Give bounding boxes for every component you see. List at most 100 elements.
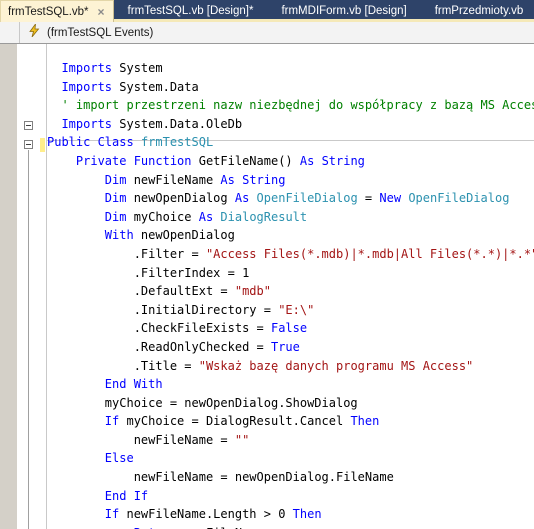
indicator-margin[interactable] <box>0 44 18 529</box>
code-line[interactable]: Dim newFileName As String <box>47 171 534 190</box>
code-token-kw: True <box>270 339 300 354</box>
code-token-plain: newFileName = newOpenDialog.FileName <box>133 470 394 485</box>
code-token-plain: newFileName = <box>133 432 235 447</box>
lightning-bolt-icon <box>26 22 42 41</box>
code-token-plain: myChoice <box>126 209 199 224</box>
editor-tab-strip: frmTestSQL.vb* × frmTestSQL.vb [Design]* fr… <box>0 0 534 22</box>
code-token-plain: GetFileName() <box>191 153 300 168</box>
code-line[interactable]: Private Function GetFileName() As String <box>47 152 534 171</box>
code-line[interactable]: Imports System <box>47 59 534 78</box>
code-line[interactable]: Dim newOpenDialog As OpenFileDialog = Ne… <box>47 189 534 208</box>
outline-guide-line <box>28 150 29 529</box>
outlining-margin[interactable] <box>18 44 40 529</box>
code-token-plain: .DefaultExt = <box>133 284 235 299</box>
code-token-kw: Dim <box>104 172 127 187</box>
tab-close-icon[interactable]: × <box>98 6 105 18</box>
code-line[interactable]: .ReadOnlyChecked = True <box>47 338 534 357</box>
code-line[interactable]: End With <box>47 375 534 394</box>
code-token-plain: newFileName <box>126 172 221 187</box>
code-line[interactable]: Public Class frmTestSQL <box>47 133 534 152</box>
code-line[interactable]: Imports System.Data.OleDb <box>47 115 534 134</box>
source-code[interactable]: Imports System Imports System.Data ' imp… <box>47 56 534 529</box>
code-line[interactable]: Else <box>47 449 534 468</box>
editor-tab[interactable]: frmTestSQL.vb [Design]* <box>114 0 268 22</box>
code-line[interactable]: If newFileName.Length > 0 Then <box>47 505 534 524</box>
code-token-plain: newOpenDialog <box>133 228 235 243</box>
outline-collapse-class-icon[interactable] <box>24 121 33 130</box>
code-editor-window: frmTestSQL.vb* × frmTestSQL.vb [Design]* fr… <box>0 0 534 529</box>
code-token-plain: System <box>112 61 163 75</box>
code-token-typ: DialogResult <box>220 209 308 224</box>
code-editor-surface[interactable]: Imports System Imports System.Data ' imp… <box>0 44 534 529</box>
code-line[interactable]: .DefaultExt = "mdb" <box>47 282 534 301</box>
code-line[interactable]: End If <box>47 487 534 506</box>
code-token-kw: Then <box>350 414 380 429</box>
code-token-kw: As <box>220 172 235 187</box>
code-token-kw: With <box>104 228 134 243</box>
code-token-cmt: ' import przestrzeni nazw niezbędnej do … <box>61 98 534 113</box>
code-line[interactable]: .FilterIndex = 1 <box>47 264 534 283</box>
code-line[interactable]: If myChoice = DialogResult.Cancel Then <box>47 412 534 431</box>
code-line[interactable]: With newOpenDialog <box>47 226 534 245</box>
code-line[interactable]: newFileName = "" <box>47 431 534 450</box>
code-line[interactable]: .InitialDirectory = "E:\" <box>47 301 534 320</box>
code-token-kw: As <box>299 153 315 168</box>
code-token-kw: End If <box>104 488 149 503</box>
member-navigation-bar: (frmTestSQL Events) <box>0 22 534 44</box>
code-token-plain: .Title = <box>133 358 199 373</box>
code-token-kw: If <box>104 507 120 522</box>
code-token-plain: = <box>357 191 380 206</box>
code-token-kw: New <box>379 191 402 206</box>
editor-tab-active[interactable]: frmTestSQL.vb* × <box>0 0 114 22</box>
outline-collapse-function-icon[interactable] <box>24 140 33 149</box>
code-token-typ: frmTestSQL <box>140 135 214 150</box>
code-token-kw: As <box>198 209 214 224</box>
editor-tab-label: frmTestSQL.vb* <box>8 5 89 18</box>
code-line[interactable]: .CheckFileExists = False <box>47 319 534 338</box>
code-line[interactable]: Dim myChoice As DialogResult <box>47 208 534 227</box>
code-line[interactable]: .Title = "Wskaż bazę danych programu MS … <box>47 357 534 376</box>
code-token-plain: System.Data <box>112 79 199 94</box>
code-token-plain: myChoice = DialogResult.Cancel <box>119 414 351 429</box>
code-token-str: "Wskaż bazę danych programu MS Access" <box>198 358 474 373</box>
editor-tab[interactable]: frmMDIForm.vb [Design] <box>267 0 420 22</box>
code-line[interactable]: .Filter = "Access Files(*.mdb)|*.mdb|All… <box>47 245 534 264</box>
code-token-num: 1 <box>242 265 250 280</box>
code-token-plain: newFileName.Length > <box>119 507 279 522</box>
code-token-str: "mdb" <box>234 284 271 299</box>
code-token-plain: .Filter = <box>133 246 206 261</box>
code-token-kw: Public Class <box>47 135 134 150</box>
code-line[interactable]: Imports System.Data <box>47 78 534 97</box>
code-line[interactable]: ' import przestrzeni nazw niezbędnej do … <box>47 96 534 115</box>
navbar-context-label: (frmTestSQL Events) <box>47 26 154 39</box>
code-line[interactable]: myChoice = newOpenDialog.ShowDialog <box>47 394 534 413</box>
editor-tab[interactable]: frmPrzedmioty.vb <box>421 0 534 22</box>
code-line[interactable]: Return newFileName <box>47 524 534 529</box>
code-token-kw: Imports <box>61 79 113 94</box>
selection-margin[interactable] <box>40 44 47 529</box>
code-line[interactable]: newFileName = newOpenDialog.FileName <box>47 468 534 487</box>
change-indicator-bar <box>40 138 45 152</box>
code-token-kw: String <box>242 172 286 187</box>
code-token-kw: End With <box>104 377 163 392</box>
code-text-area[interactable]: Imports System Imports System.Data ' imp… <box>47 44 534 529</box>
